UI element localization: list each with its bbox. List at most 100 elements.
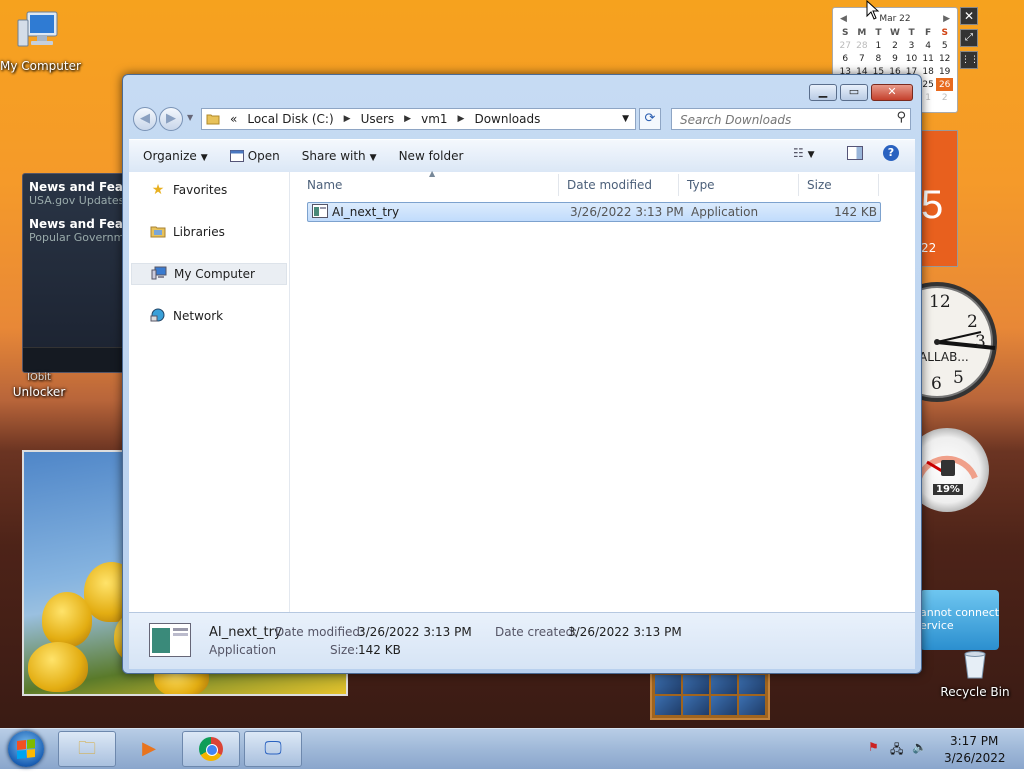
- chevron-right-icon[interactable]: ▶: [404, 114, 411, 124]
- calendar-day[interactable]: 11: [920, 52, 937, 65]
- navigation-pane: ★ Favorites Libraries My Computer Networ…: [129, 172, 290, 612]
- minimize-button[interactable]: ▁: [809, 84, 837, 101]
- file-row[interactable]: AI_next_try 3/26/2022 3:13 PM Applicatio…: [307, 202, 881, 222]
- column-header-date-modified[interactable]: Date modified: [559, 174, 679, 196]
- puzzle-tile[interactable]: [739, 696, 765, 715]
- forward-button[interactable]: ▶: [159, 107, 183, 131]
- calendar-day[interactable]: 12: [936, 52, 953, 65]
- taskbar-chrome-button[interactable]: [182, 731, 240, 767]
- volume-icon[interactable]: 🔈: [912, 740, 927, 754]
- news-item[interactable]: News and Featu Popular Governm: [23, 207, 131, 244]
- search-input[interactable]: [678, 110, 887, 130]
- share-with-button[interactable]: Share with ▼: [302, 149, 377, 163]
- recent-pages-icon[interactable]: ▼: [187, 113, 193, 122]
- details-file-name: AI_next_try: [209, 625, 282, 640]
- puzzle-tile[interactable]: [739, 675, 765, 694]
- news-item[interactable]: News and Featu USA.gov Updates:: [23, 174, 131, 207]
- desktop-icon-my-computer[interactable]: My Computer: [0, 8, 81, 73]
- calendar-day[interactable]: 1: [870, 39, 887, 52]
- calendar-day[interactable]: 5: [936, 39, 953, 52]
- refresh-button[interactable]: ⟳: [639, 108, 661, 130]
- help-button[interactable]: ?: [883, 145, 899, 161]
- calendar-day[interactable]: 26: [936, 78, 953, 91]
- chevron-down-icon[interactable]: ▼: [622, 114, 629, 124]
- clock-time[interactable]: 3:17 PM: [950, 734, 998, 748]
- preview-pane-button[interactable]: [847, 146, 863, 163]
- explorer-window: ▁ ▭ ✕ ◀ ▶ ▼ « Local Disk (C:) ▶ Users ▶ …: [122, 74, 922, 674]
- breadcrumb-vm1[interactable]: vm1: [421, 112, 447, 126]
- calendar-day[interactable]: 2: [936, 91, 953, 104]
- column-header-type[interactable]: Type: [679, 174, 799, 196]
- calendar-day[interactable]: 4: [920, 39, 937, 52]
- calendar-day[interactable]: 9: [887, 52, 904, 65]
- nav-item-favorites[interactable]: ★ Favorites: [131, 179, 287, 201]
- orange-gadget[interactable]: 5 22: [920, 130, 958, 267]
- start-button[interactable]: [8, 731, 44, 767]
- calendar-day[interactable]: 7: [854, 52, 871, 65]
- share-with-label: Share with: [301, 149, 366, 163]
- puzzle-tile[interactable]: [655, 675, 681, 694]
- calendar-prev-icon[interactable]: ◀: [840, 14, 847, 24]
- puzzle-tile[interactable]: [711, 696, 737, 715]
- details-date-created: 3/26/2022 3:13 PM: [568, 625, 682, 639]
- calendar-next-icon[interactable]: ▶: [943, 14, 950, 24]
- back-button[interactable]: ◀: [133, 107, 157, 131]
- close-icon[interactable]: ✕: [960, 7, 978, 25]
- breadcrumb-local-disk[interactable]: Local Disk (C:): [247, 112, 333, 126]
- puzzle-tile[interactable]: [711, 675, 737, 694]
- calendar-day[interactable]: 19: [936, 65, 953, 78]
- column-header-name[interactable]: Name: [299, 174, 559, 196]
- new-folder-button[interactable]: New folder: [399, 149, 464, 163]
- calendar-day[interactable]: 2: [887, 39, 904, 52]
- weather-gadget[interactable]: annot connect ervice: [920, 590, 999, 650]
- puzzle-tile[interactable]: [655, 696, 681, 715]
- new-folder-label: New folder: [398, 149, 464, 163]
- taskbar-remote-app-button[interactable]: 🖵: [244, 731, 302, 767]
- application-icon: [312, 204, 328, 221]
- calendar-day[interactable]: 3: [903, 39, 920, 52]
- calendar-day[interactable]: 18: [920, 65, 937, 78]
- calendar-day[interactable]: 8: [870, 52, 887, 65]
- search-box[interactable]: ⚲: [671, 108, 911, 130]
- tulip-shape: [42, 592, 92, 647]
- chevron-right-icon[interactable]: ▶: [344, 114, 351, 124]
- puzzle-tile[interactable]: [683, 696, 709, 715]
- nav-item-libraries[interactable]: Libraries: [131, 221, 287, 243]
- column-header-size[interactable]: Size: [799, 174, 879, 196]
- calendar-day[interactable]: 6: [837, 52, 854, 65]
- maximize-button[interactable]: ▭: [840, 84, 868, 101]
- nav-item-network[interactable]: Network: [131, 305, 287, 327]
- drag-handle-icon[interactable]: ⋮⋮: [960, 51, 979, 69]
- clock-date[interactable]: 3/26/2022: [944, 751, 1006, 765]
- calendar-day[interactable]: 10: [903, 52, 920, 65]
- star-icon: ★: [151, 182, 165, 198]
- taskbar: 🗀 ▶ 🖵 ⚑ 🖧 🔈 3:17 PM 3/26/2022: [0, 728, 1024, 769]
- taskbar-media-player-button[interactable]: ▶: [120, 731, 178, 767]
- gadget-options-icon[interactable]: ⤢: [960, 29, 978, 47]
- desktop-icon-iobit-unlocker[interactable]: IObit Unlocker: [8, 370, 70, 399]
- news-gadget[interactable]: News and Featu USA.gov Updates: News and…: [22, 173, 132, 373]
- breadcrumb-downloads[interactable]: Downloads: [474, 112, 540, 126]
- desktop-icon-recycle-bin[interactable]: Recycle Bin: [940, 650, 1010, 699]
- close-button[interactable]: ✕: [871, 84, 913, 101]
- calendar-day[interactable]: 27: [837, 39, 854, 52]
- breadcrumb-users[interactable]: Users: [361, 112, 395, 126]
- search-icon[interactable]: ⚲: [896, 110, 906, 125]
- details-pane: AI_next_try Application Date modified: 3…: [129, 612, 915, 669]
- network-icon[interactable]: 🖧: [890, 740, 903, 761]
- open-button[interactable]: Open: [229, 149, 280, 163]
- address-bar[interactable]: « Local Disk (C:) ▶ Users ▶ vm1 ▶ Downlo…: [201, 108, 636, 130]
- calendar-day[interactable]: 1: [920, 91, 937, 104]
- action-center-icon[interactable]: ⚑: [868, 740, 879, 754]
- nav-item-label: My Computer: [174, 267, 255, 281]
- puzzle-tile[interactable]: [683, 675, 709, 694]
- address-overflow[interactable]: «: [230, 112, 237, 126]
- calendar-day[interactable]: 28: [854, 39, 871, 52]
- calendar-day[interactable]: 25: [920, 78, 937, 91]
- view-options-button[interactable]: ☷ ▼: [793, 146, 815, 160]
- taskbar-explorer-button[interactable]: 🗀: [58, 731, 116, 767]
- nav-item-my-computer[interactable]: My Computer: [131, 263, 287, 285]
- chevron-right-icon[interactable]: ▶: [458, 114, 465, 124]
- picture-puzzle-gadget[interactable]: [650, 670, 770, 720]
- organize-button[interactable]: Organize ▼: [143, 149, 208, 163]
